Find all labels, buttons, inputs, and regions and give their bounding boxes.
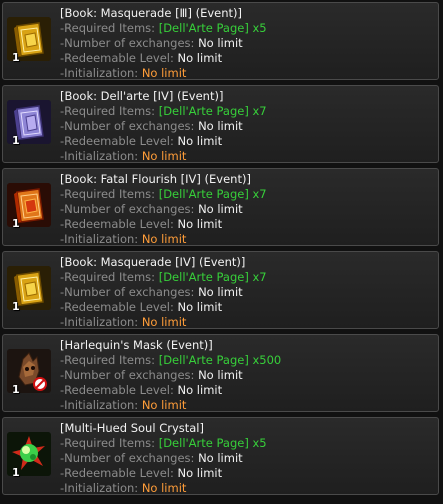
required-items-label: -Required Items: (60, 20, 159, 35)
required-items-label: -Required Items: (60, 186, 159, 201)
exchanges-label: -Number of exchanges: (60, 35, 199, 50)
redeemable-level-label: -Redeemable Level: (60, 50, 178, 65)
required-items-label: -Required Items: (60, 103, 159, 118)
initialization-value: No limit (141, 480, 187, 495)
redeemable-level-value: No limit (177, 133, 223, 148)
redeemable-level-value: No limit (177, 50, 223, 65)
initialization-label: -Initialization: (60, 314, 142, 329)
item-name: [Book: Masquerade [Ⅲ] (Event)] (60, 6, 243, 20)
redeemable-level-value: No limit (177, 382, 223, 397)
redeemable-level-value: No limit (177, 299, 223, 314)
exchanges-label: -Number of exchanges: (60, 118, 199, 133)
required-items-value: [Dell'Arte Page] x7 (158, 103, 267, 118)
redeemable-level-label: -Redeemable Level: (60, 382, 178, 397)
item-details: [Book: Masquerade [IV] (Event)] -Require… (60, 255, 267, 330)
exchanges-label: -Number of exchanges: (60, 201, 199, 216)
item-quantity: 1 (12, 134, 20, 147)
item-quantity: 1 (12, 466, 20, 479)
required-items-value: [Dell'Arte Page] x500 (158, 352, 282, 367)
redeemable-level-label: -Redeemable Level: (60, 299, 178, 314)
exchange-item-list: 1 [Book: Masquerade [Ⅲ] (Event)] -Requir… (0, 0, 443, 504)
required-items-value: [Dell'Arte Page] x5 (158, 435, 267, 450)
initialization-value: No limit (141, 397, 187, 412)
item-quantity: 1 (12, 383, 20, 396)
item-name: [Harlequin's Mask (Event)] (60, 338, 213, 352)
exchanges-label: -Number of exchanges: (60, 367, 199, 382)
redeemable-level-value: No limit (177, 465, 223, 480)
item-name: [Multi-Hued Soul Crystal] (60, 421, 204, 435)
initialization-value: No limit (141, 148, 187, 163)
exchanges-value: No limit (198, 367, 243, 382)
initialization-value: No limit (141, 65, 187, 80)
item-quantity: 1 (12, 217, 20, 230)
item-name: [Book: Masquerade [IV] (Event)] (60, 255, 246, 269)
initialization-label: -Initialization: (60, 231, 142, 246)
exchange-item-row[interactable]: 1 [Book: Dell'arte [IV] (Event)] -Requir… (2, 85, 439, 163)
exchange-item-row[interactable]: 1 [Book: Masquerade [Ⅲ] (Event)] -Requir… (2, 2, 439, 80)
redeemable-level-value: No limit (177, 216, 223, 231)
exchange-item-row[interactable]: 1 [Multi-Hued Soul Crystal] -Required It… (2, 417, 439, 495)
exchanges-value: No limit (198, 118, 243, 133)
item-quantity: 1 (12, 300, 20, 313)
initialization-label: -Initialization: (60, 148, 142, 163)
exchanges-value: No limit (198, 35, 243, 50)
exchanges-value: No limit (198, 201, 243, 216)
item-details: [Book: Dell'arte [IV] (Event)] -Required… (60, 89, 267, 164)
initialization-value: No limit (141, 314, 187, 329)
initialization-label: -Initialization: (60, 65, 142, 80)
exchanges-label: -Number of exchanges: (60, 284, 199, 299)
redeemable-level-label: -Redeemable Level: (60, 133, 178, 148)
redeemable-level-label: -Redeemable Level: (60, 465, 178, 480)
initialization-label: -Initialization: (60, 397, 142, 412)
redeemable-level-label: -Redeemable Level: (60, 216, 178, 231)
exchange-item-row[interactable]: 1 [Book: Masquerade [IV] (Event)] -Requi… (2, 251, 439, 329)
required-items-label: -Required Items: (60, 435, 159, 450)
exchange-item-row[interactable]: 1 [Book: Fatal Flourish [IV] (Event)] -R… (2, 168, 439, 246)
initialization-label: -Initialization: (60, 480, 142, 495)
item-quantity: 1 (12, 51, 20, 64)
exchange-item-row[interactable]: 1 [Harlequin's Mask (Event)] -Required I… (2, 334, 439, 412)
initialization-value: No limit (141, 231, 187, 246)
item-name: [Book: Fatal Flourish [IV] (Event)] (60, 172, 251, 186)
item-details: [Harlequin's Mask (Event)] -Required Ite… (60, 338, 281, 413)
required-items-value: [Dell'Arte Page] x5 (158, 20, 267, 35)
required-items-label: -Required Items: (60, 352, 159, 367)
item-details: [Multi-Hued Soul Crystal] -Required Item… (60, 421, 267, 496)
item-details: [Book: Masquerade [Ⅲ] (Event)] -Required… (60, 6, 267, 81)
item-name: [Book: Dell'arte [IV] (Event)] (60, 89, 224, 103)
exchanges-value: No limit (198, 450, 243, 465)
exchanges-label: -Number of exchanges: (60, 450, 199, 465)
exchanges-value: No limit (198, 284, 243, 299)
required-items-label: -Required Items: (60, 269, 159, 284)
item-details: [Book: Fatal Flourish [IV] (Event)] -Req… (60, 172, 267, 247)
required-items-value: [Dell'Arte Page] x7 (158, 269, 267, 284)
required-items-value: [Dell'Arte Page] x7 (158, 186, 267, 201)
